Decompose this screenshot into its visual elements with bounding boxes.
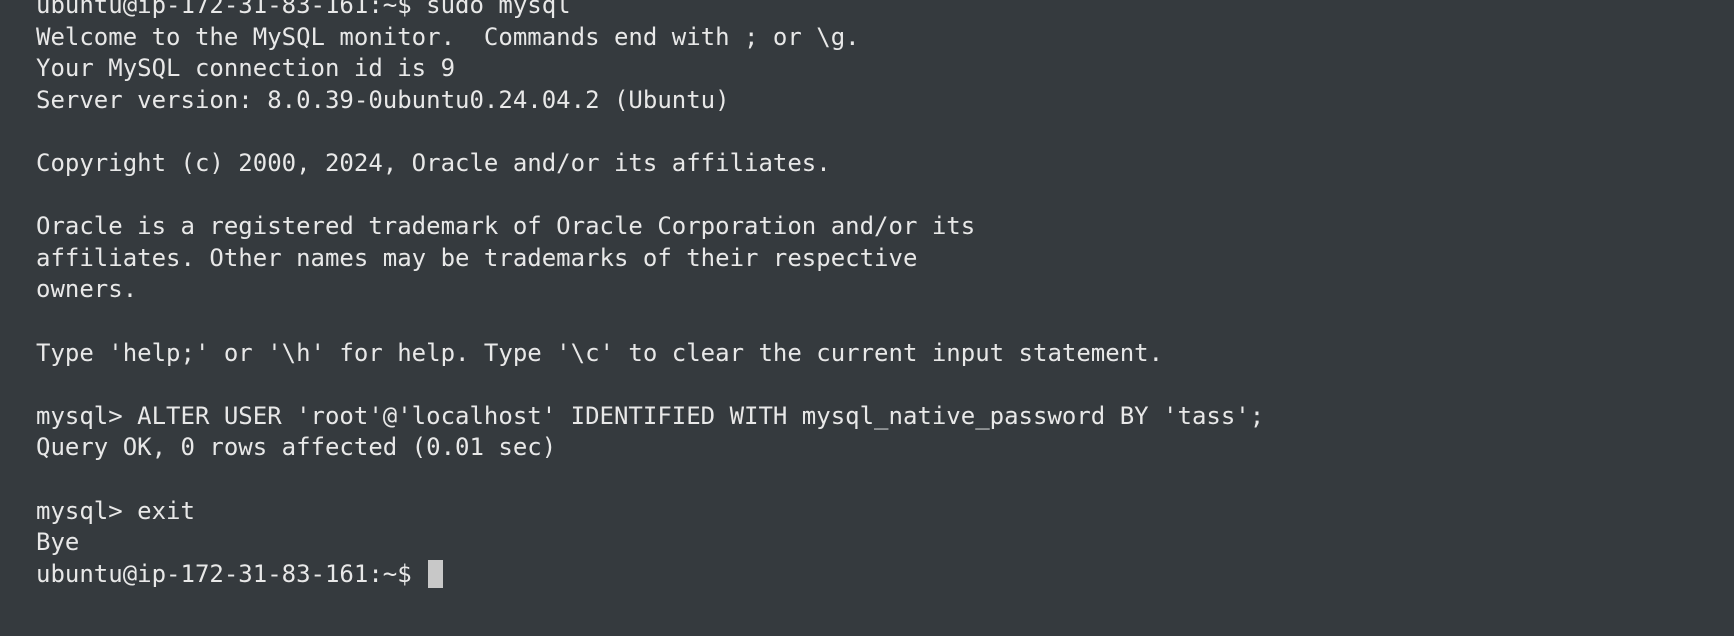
terminal-output: ubuntu@ip-172-31-83-161:~$ sudo mysql We… — [36, 0, 1264, 590]
terminal-line: mysql> exit — [36, 496, 195, 525]
terminal-line: ubuntu@ip-172-31-83-161:~$ sudo mysql — [36, 0, 571, 19]
shell-prompt: ubuntu@ip-172-31-83-161:~$ — [36, 559, 427, 588]
terminal-input-line[interactable]: ubuntu@ip-172-31-83-161:~$ — [36, 559, 1264, 591]
terminal-line: Copyright (c) 2000, 2024, Oracle and/or … — [36, 148, 831, 177]
text-cursor — [428, 559, 444, 588]
terminal-line: Server version: 8.0.39-0ubuntu0.24.04.2 … — [36, 85, 730, 114]
terminal-line: affiliates. Other names may be trademark… — [36, 243, 918, 272]
terminal-line: Type 'help;' or '\h' for help. Type '\c'… — [36, 338, 1164, 367]
terminal-line: Query OK, 0 rows affected (0.01 sec) — [36, 433, 557, 462]
terminal-window[interactable]: ubuntu@ip-172-31-83-161:~$ sudo mysql We… — [0, 0, 1734, 636]
terminal-line: Oracle is a registered trademark of Orac… — [36, 212, 976, 241]
terminal-line: Welcome to the MySQL monitor. Commands e… — [36, 22, 860, 51]
terminal-line: Bye — [36, 528, 80, 557]
terminal-line: owners. — [36, 275, 138, 304]
terminal-line: Your MySQL connection id is 9 — [36, 54, 456, 83]
terminal-line: mysql> ALTER USER 'root'@'localhost' IDE… — [36, 401, 1265, 430]
